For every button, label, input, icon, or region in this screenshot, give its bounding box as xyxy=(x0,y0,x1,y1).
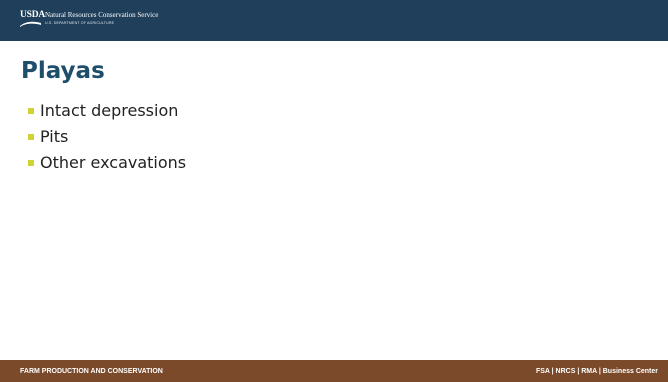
bullet-text: Pits xyxy=(40,127,69,146)
header-band: USDA Natural Resources Conservation Serv… xyxy=(0,0,668,41)
usda-logo-text: USDA xyxy=(20,10,46,20)
footer-right-text: FSA | NRCS | RMA | Business Center xyxy=(535,368,658,375)
bullet-item: Pits xyxy=(28,124,186,150)
footer-left-text: FARM PRODUCTION AND CONSERVATION xyxy=(20,368,163,375)
department-name: U.S. DEPARTMENT OF AGRICULTURE xyxy=(45,21,115,25)
slide: USDA Natural Resources Conservation Serv… xyxy=(0,0,668,382)
bullet-list: Intact depression Pits Other excavations xyxy=(28,98,186,176)
bullet-text: Other excavations xyxy=(40,153,187,172)
footer-band: FARM PRODUCTION AND CONSERVATION FSA | N… xyxy=(0,360,668,382)
usda-logo: USDA xyxy=(20,10,45,27)
slide-title: Playas xyxy=(21,58,105,84)
bullet-square-icon xyxy=(28,134,34,140)
bullet-square-icon xyxy=(28,108,34,114)
bullet-item: Intact depression xyxy=(28,98,186,124)
bullet-item: Other excavations xyxy=(28,150,186,176)
agency-name: Natural Resources Conservation Service xyxy=(45,11,159,19)
usda-logo-swoosh-icon xyxy=(20,21,41,27)
bullet-text: Intact depression xyxy=(40,101,179,120)
bullet-square-icon xyxy=(28,160,34,166)
